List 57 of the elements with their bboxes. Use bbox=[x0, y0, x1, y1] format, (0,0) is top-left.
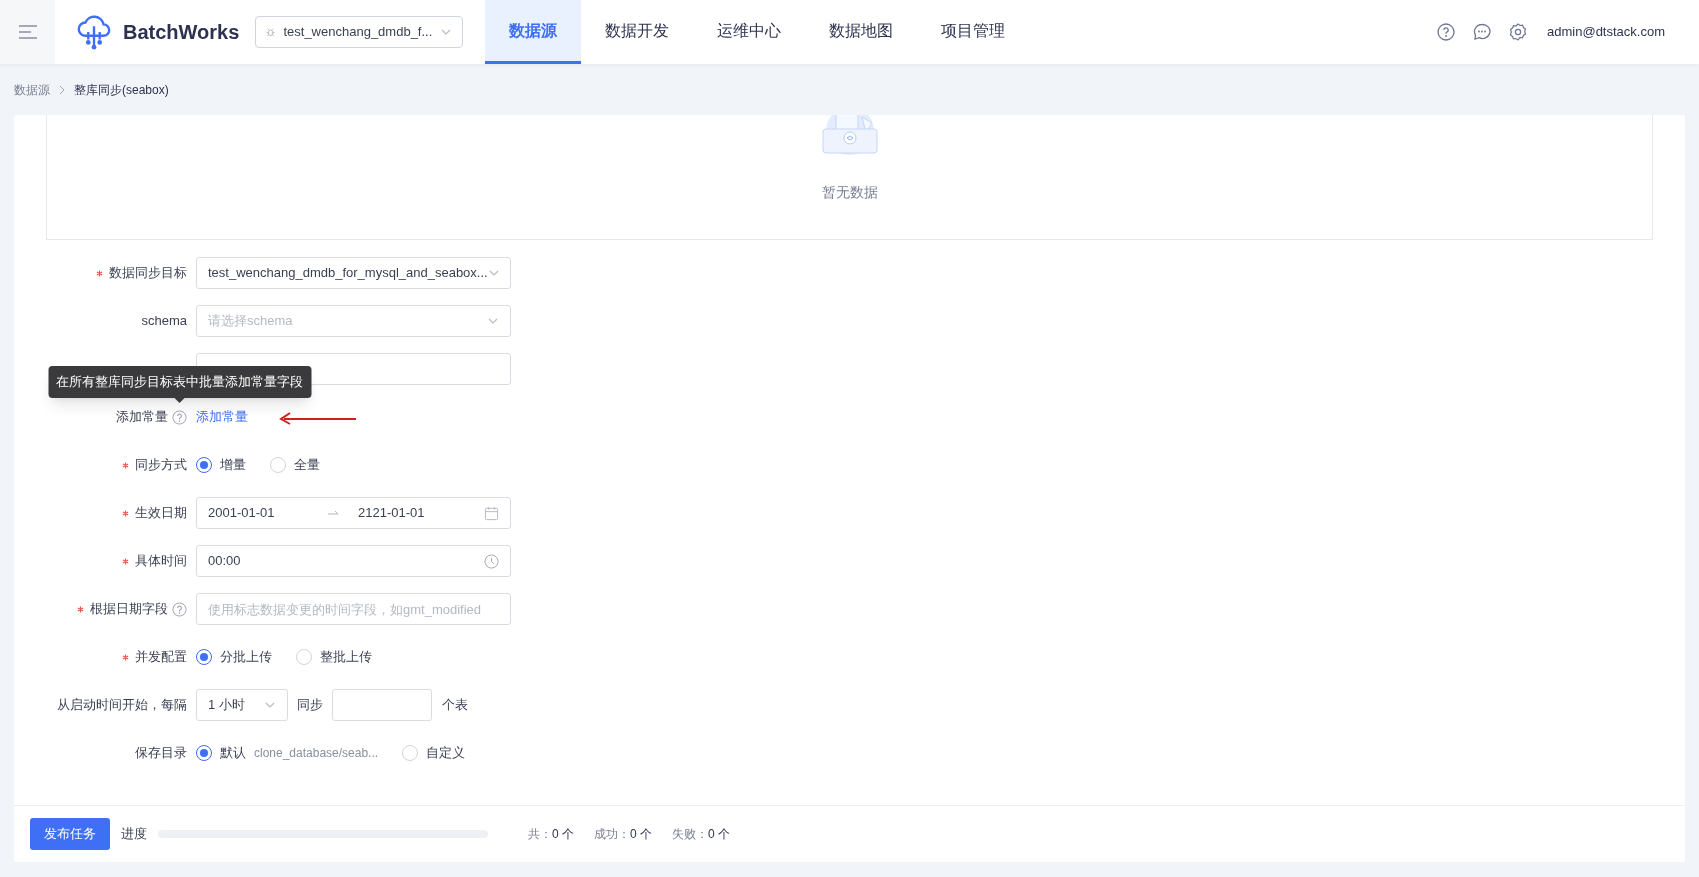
project-select[interactable]: test_wenchang_dmdb_f... bbox=[255, 16, 464, 48]
stat-label: 成功： bbox=[594, 826, 630, 843]
select-field[interactable]: test_wenchang_dmdb_for_mysql_and_seabox... bbox=[196, 257, 511, 289]
add-constant-link[interactable]: 添加常量 bbox=[196, 407, 248, 427]
nav-tab[interactable]: 项目管理 bbox=[917, 0, 1030, 64]
stat-value: 0 个 bbox=[552, 826, 574, 843]
chat-icon[interactable] bbox=[1473, 23, 1492, 41]
nav-tab[interactable]: 数据地图 bbox=[805, 0, 918, 64]
nav-tab[interactable]: 数据开发 bbox=[581, 0, 694, 64]
tooltip: 在所有整库同步目标表中批量添加常量字段 bbox=[48, 365, 311, 398]
radio-label: 整批上传 bbox=[320, 648, 372, 667]
chevron-right-icon bbox=[58, 84, 66, 95]
unit-text: 个表 bbox=[442, 696, 468, 715]
publish-task-button[interactable]: 发布任务 bbox=[30, 818, 110, 850]
field-label: 添加常量 bbox=[116, 408, 168, 427]
progress-label: 进度 bbox=[121, 825, 147, 844]
field-label: 数据同步目标 bbox=[109, 264, 187, 283]
radio-label: 增量 bbox=[220, 456, 246, 475]
field-label: 同步方式 bbox=[135, 456, 187, 475]
cloud-logo-icon bbox=[75, 13, 113, 51]
help-icon[interactable] bbox=[172, 409, 187, 425]
field-label: 生效日期 bbox=[135, 504, 187, 523]
arrow-right-icon bbox=[328, 509, 340, 517]
field-label: 从启动时间开始，每隔 bbox=[57, 696, 187, 715]
app-name: BatchWorks bbox=[123, 20, 240, 45]
breadcrumb-item: 整库同步(seabox) bbox=[74, 81, 169, 99]
help-icon[interactable] bbox=[172, 601, 187, 617]
nav-tab[interactable]: 数据源 bbox=[485, 0, 582, 64]
table-count-field[interactable] bbox=[332, 689, 432, 721]
help-icon[interactable] bbox=[1437, 23, 1456, 41]
field-label: 并发配置 bbox=[135, 648, 187, 667]
radio-label: 自定义 bbox=[426, 744, 466, 763]
settings-icon[interactable] bbox=[1509, 23, 1528, 41]
stat-value: 0 个 bbox=[630, 826, 653, 843]
stat-value: 0 个 bbox=[708, 826, 731, 843]
date-range-field[interactable]: 2001-01-01 2121-01-01 bbox=[196, 497, 511, 529]
radio-label: 分批上传 bbox=[220, 648, 272, 667]
radio-label: 默认 bbox=[220, 744, 246, 763]
field-label: 具体时间 bbox=[135, 552, 187, 571]
bug-icon bbox=[266, 25, 276, 39]
user-email[interactable]: admin@dtstack.com bbox=[1547, 22, 1665, 42]
empty-state-text: 暂无数据 bbox=[821, 183, 878, 202]
time-field[interactable]: 00:00 bbox=[196, 545, 511, 577]
breadcrumb-item[interactable]: 数据源 bbox=[14, 80, 50, 99]
field-label: schema bbox=[141, 312, 187, 331]
inline-text: 同步 bbox=[297, 696, 323, 715]
field-label: 根据日期字段 bbox=[90, 600, 168, 619]
field-label: 保存目录 bbox=[135, 744, 187, 763]
path-text: clone_database/seab... bbox=[254, 745, 379, 762]
clock-icon bbox=[484, 553, 499, 569]
radio-label: 全量 bbox=[294, 456, 320, 475]
nav-tab[interactable]: 运维中心 bbox=[693, 0, 806, 64]
interval-select[interactable]: 1 小时 bbox=[196, 689, 288, 721]
stat-label: 共： bbox=[528, 826, 552, 843]
input-field[interactable]: 使用标志数据变更的时间字段，如gmt_modified bbox=[196, 593, 511, 625]
stat-label: 失败： bbox=[672, 826, 709, 843]
calendar-icon bbox=[484, 505, 499, 521]
